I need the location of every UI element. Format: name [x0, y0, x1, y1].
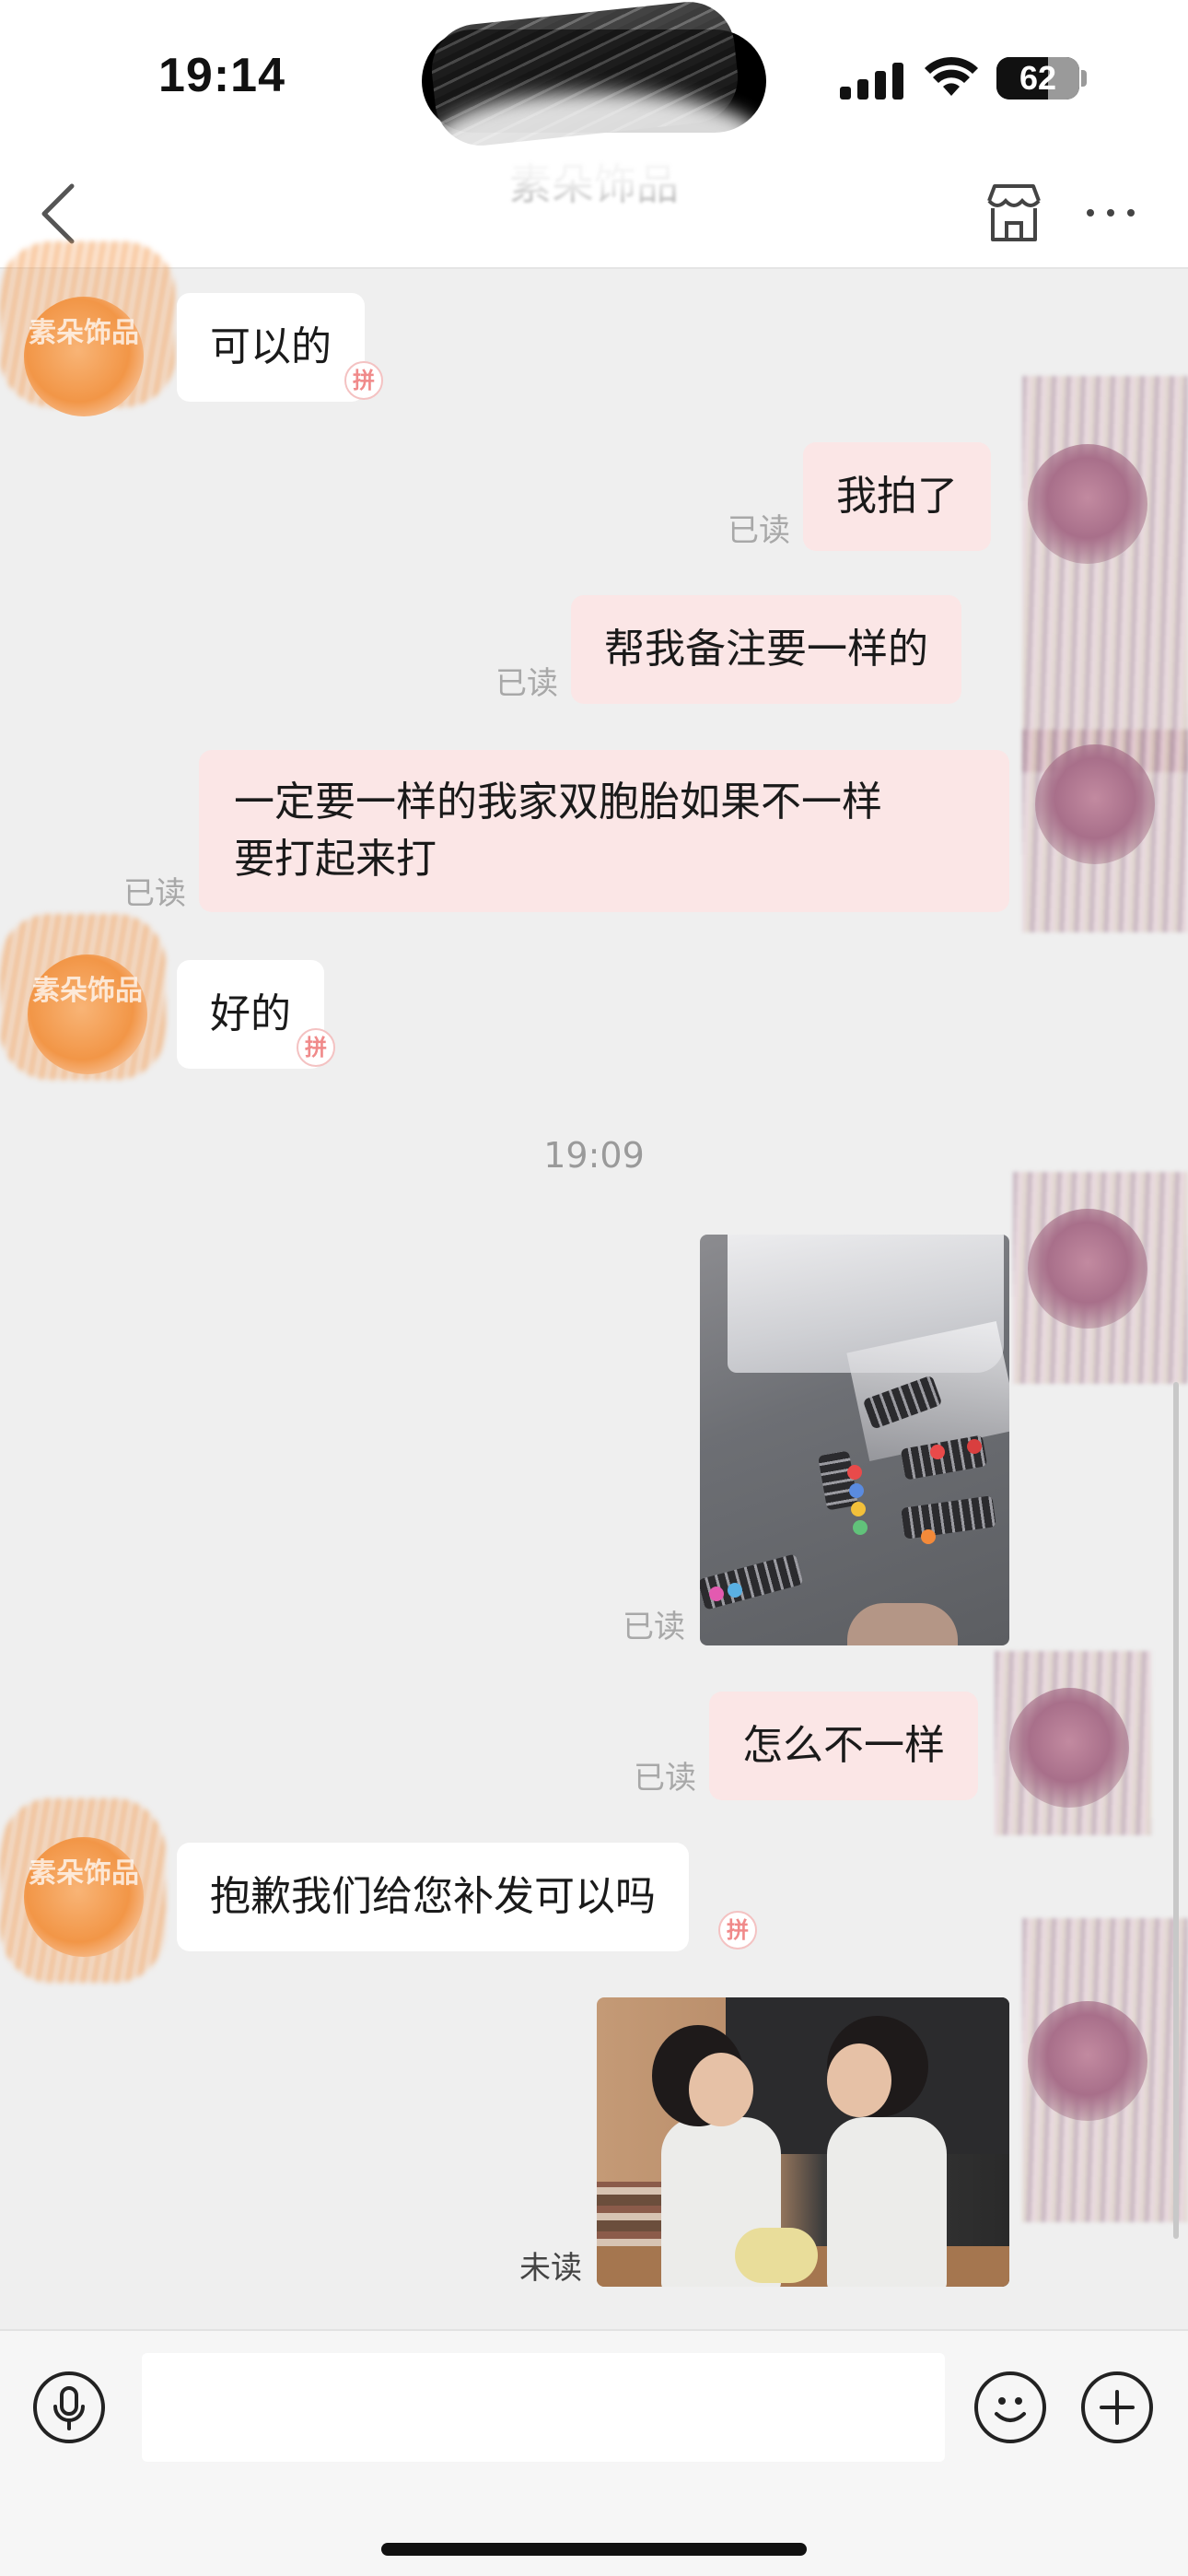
group-buy-badge: 拼	[718, 1911, 757, 1950]
clip-bead	[847, 1465, 862, 1480]
group-buy-badge: 拼	[297, 1028, 335, 1067]
input-bar	[0, 2329, 1188, 2576]
more-actions-button[interactable]	[1081, 2371, 1153, 2443]
voice-button[interactable]	[33, 2371, 105, 2443]
cellular-signal-icon	[840, 63, 903, 100]
battery-icon: 62	[996, 57, 1079, 100]
message-bubble-mine[interactable]: 我拍了	[803, 442, 991, 551]
home-indicator[interactable]	[381, 2543, 807, 2556]
scrollbar[interactable]	[1173, 1382, 1179, 2239]
clip-bead	[728, 1583, 742, 1598]
smiley-icon	[995, 2397, 1026, 2422]
read-status: 已读	[123, 875, 186, 912]
wifi-icon	[925, 56, 978, 96]
badge-text: 拼	[353, 368, 375, 393]
shop-avatar-text: 素朵饰品	[29, 1857, 139, 1890]
read-status: 已读	[623, 1609, 685, 1645]
clip-bead	[967, 1439, 982, 1454]
clip-bead	[849, 1483, 864, 1498]
clip-bead	[851, 1502, 866, 1516]
ellipsis-icon[interactable]	[1083, 190, 1138, 236]
child-left-face	[689, 2053, 753, 2126]
message-text: 可以的	[210, 323, 332, 370]
message-bubble-mine[interactable]: 一定要一样的我家双胞胎如果不一样 要打起来打	[199, 750, 1009, 912]
message-bubble-mine[interactable]: 怎么不一样	[709, 1692, 978, 1800]
my-avatar[interactable]	[1028, 444, 1147, 564]
photo-hair-clips[interactable]	[700, 1235, 1009, 1645]
badge-text: 拼	[305, 1035, 327, 1060]
my-avatar[interactable]	[1035, 744, 1155, 864]
microphone-icon	[53, 2386, 85, 2430]
chat-timestamp: 19:09	[543, 1135, 645, 1176]
message-bubble-shop[interactable]: 可以的	[177, 293, 365, 402]
shop-avatar[interactable]: 素朵饰品	[28, 954, 147, 1074]
message-bubble-shop[interactable]: 抱歉我们给您补发可以吗	[177, 1843, 689, 1951]
shop-avatar-text: 素朵饰品	[29, 317, 139, 349]
message-text-line: 要打起来打	[234, 836, 437, 883]
my-avatar[interactable]	[1028, 1209, 1147, 1329]
message-text: 怎么不一样	[742, 1722, 945, 1769]
emoji-button[interactable]	[974, 2371, 1046, 2443]
cloth-item	[735, 2228, 818, 2283]
child-right	[827, 2117, 947, 2287]
status-time: 19:14	[158, 49, 285, 102]
message-list[interactable]: 素朵饰品 可以的 拼 已读 我拍了 已读 帮我备注要一样的 已读 一定要一样的我…	[0, 241, 1188, 2329]
message-text-line: 一定要一样的我家双胞胎如果不一样	[234, 779, 882, 825]
hand	[847, 1603, 958, 1645]
message-text: 抱歉我们给您补发可以吗	[210, 1873, 656, 1920]
child-right-face	[827, 2043, 891, 2117]
plus-icon	[1100, 2390, 1135, 2425]
read-status: 已读	[728, 512, 790, 549]
shop-avatar[interactable]: 素朵饰品	[24, 297, 144, 416]
message-text: 我拍了	[836, 473, 958, 520]
badge-text: 拼	[727, 1917, 749, 1943]
unread-status: 未读	[519, 2250, 582, 2287]
hair-clip	[901, 1495, 996, 1540]
hair-clip	[700, 1553, 804, 1610]
clip-bead	[930, 1445, 945, 1459]
hair-clip	[818, 1450, 858, 1511]
message-input[interactable]	[142, 2353, 945, 2462]
shop-icon[interactable]	[982, 181, 1046, 245]
photo-children[interactable]	[597, 1997, 1009, 2287]
group-buy-badge: 拼	[344, 361, 383, 400]
message-bubble-mine[interactable]: 帮我备注要一样的	[571, 595, 961, 704]
clip-bead	[921, 1529, 936, 1544]
my-avatar[interactable]	[1009, 1688, 1129, 1808]
shop-avatar-text: 素朵饰品	[32, 975, 143, 1007]
clip-bead	[853, 1520, 868, 1535]
avatar-redaction	[1022, 376, 1188, 772]
my-avatar[interactable]	[1028, 2001, 1147, 2121]
redaction-smudge	[433, 92, 764, 193]
read-status: 已读	[495, 665, 558, 702]
battery-level: 62	[1019, 59, 1057, 97]
read-status: 已读	[634, 1760, 696, 1797]
message-text: 帮我备注要一样的	[604, 626, 928, 673]
message-text: 好的	[210, 990, 291, 1037]
clip-bead	[709, 1587, 724, 1601]
shop-avatar[interactable]: 素朵饰品	[24, 1837, 144, 1957]
battery-tip	[1081, 70, 1087, 87]
